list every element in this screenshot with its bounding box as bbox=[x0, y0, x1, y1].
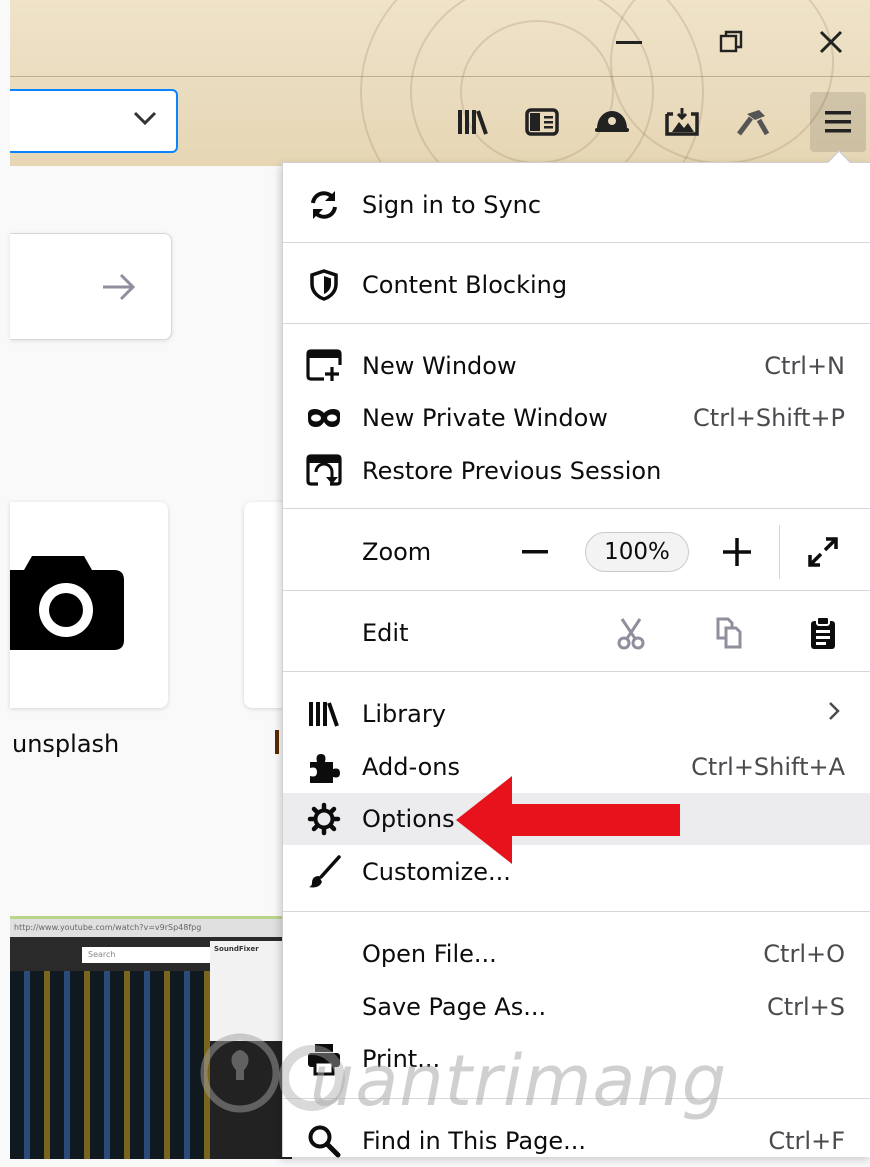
menu-pointer-inner bbox=[827, 152, 851, 164]
paintbrush-icon bbox=[305, 852, 343, 892]
menu-item-label: Find in This Page... bbox=[362, 1127, 586, 1155]
sync-icon bbox=[305, 185, 343, 225]
thumbnail-search: Search bbox=[82, 947, 218, 963]
menu-item-content-blocking[interactable]: Content Blocking bbox=[283, 259, 870, 311]
menu-item-restore-session[interactable]: Restore Previous Session bbox=[283, 445, 870, 497]
restore-button[interactable] bbox=[706, 22, 756, 62]
menu-item-shortcut: Ctrl+Shift+A bbox=[691, 753, 845, 781]
hamburger-menu-icon bbox=[825, 111, 851, 133]
new-tab-search-box[interactable] bbox=[10, 233, 172, 340]
fullscreen-icon bbox=[808, 537, 838, 567]
chevron-down-icon bbox=[133, 111, 157, 126]
library-icon bbox=[305, 694, 343, 734]
titlebar-separator bbox=[10, 76, 870, 77]
red-annotation-arrow bbox=[456, 776, 680, 864]
menu-item-label: Content Blocking bbox=[362, 271, 568, 299]
menu-item-new-window[interactable]: New Window Ctrl+N bbox=[283, 340, 870, 392]
copy-button[interactable] bbox=[707, 611, 751, 655]
menu-item-zoom: Zoom 100% bbox=[283, 525, 870, 579]
menu-item-label: Options bbox=[362, 805, 455, 833]
camera-icon bbox=[10, 556, 124, 650]
thumbnail-panel-title: SoundFixer bbox=[214, 945, 259, 953]
gear-icon bbox=[305, 799, 343, 839]
menu-item-label: New Window bbox=[362, 352, 517, 380]
scissors-icon bbox=[617, 618, 645, 650]
copy-icon bbox=[716, 617, 742, 649]
sidebar-toolbar-button[interactable] bbox=[520, 100, 564, 144]
minimize-icon bbox=[616, 41, 642, 44]
menu-separator bbox=[283, 508, 870, 509]
menu-item-new-private-window[interactable]: New Private Window Ctrl+Shift+P bbox=[283, 392, 870, 444]
close-icon bbox=[819, 30, 843, 54]
restore-icon bbox=[719, 30, 743, 53]
top-site-tile-unsplash[interactable] bbox=[10, 502, 168, 708]
screenshot-toolbar-button[interactable] bbox=[660, 100, 704, 144]
menu-item-open-file[interactable]: Open File... Ctrl+O bbox=[283, 928, 870, 980]
menu-item-sign-in-sync[interactable]: Sign in to Sync bbox=[283, 179, 870, 231]
arrow-right-icon[interactable] bbox=[99, 270, 139, 304]
menu-item-shortcut: Ctrl+S bbox=[766, 993, 845, 1021]
minimize-button[interactable] bbox=[604, 22, 654, 62]
menu-item-label: Zoom bbox=[362, 538, 432, 566]
thumbnail-url: http://www.youtube.com/watch?v=v9rSp48fp… bbox=[10, 919, 292, 937]
chevron-right-icon bbox=[827, 700, 841, 728]
private-mask-icon bbox=[305, 398, 343, 438]
zoom-in-button[interactable] bbox=[715, 530, 759, 574]
menu-item-shortcut: Ctrl+N bbox=[764, 352, 845, 380]
hamburger-menu-button[interactable] bbox=[810, 92, 866, 152]
new-window-icon bbox=[305, 346, 343, 386]
menu-item-label: New Private Window bbox=[362, 404, 608, 432]
minus-icon bbox=[522, 550, 548, 554]
zoom-separator bbox=[779, 525, 780, 579]
search-icon bbox=[305, 1121, 343, 1161]
screenshot-icon bbox=[665, 108, 699, 136]
menu-separator bbox=[283, 323, 870, 324]
extension-toolbar-button[interactable] bbox=[590, 100, 634, 144]
menu-separator bbox=[283, 590, 870, 591]
zoom-out-button[interactable] bbox=[515, 532, 555, 572]
menu-separator bbox=[283, 671, 870, 672]
zoom-reset-button[interactable]: 100% bbox=[585, 532, 689, 572]
menu-item-find[interactable]: Find in This Page... Ctrl+F bbox=[283, 1115, 870, 1167]
menu-item-shortcut: Ctrl+Shift+P bbox=[693, 404, 845, 432]
extension-icon bbox=[595, 111, 629, 132]
library-icon bbox=[458, 110, 488, 135]
menu-item-label: Save Page As... bbox=[362, 993, 547, 1021]
menu-item-library[interactable]: Library bbox=[283, 688, 870, 740]
thumbnail-panel: SoundFixer bbox=[210, 941, 292, 1041]
thumbnail-game-image bbox=[10, 971, 210, 1159]
paste-button[interactable] bbox=[801, 611, 845, 655]
menu-item-label: Restore Previous Session bbox=[362, 457, 662, 485]
menu-item-shortcut: Ctrl+O bbox=[763, 940, 845, 968]
close-window-button[interactable] bbox=[806, 22, 856, 62]
menu-separator bbox=[283, 242, 870, 243]
tool-icon bbox=[737, 110, 770, 136]
tool-toolbar-button[interactable] bbox=[730, 100, 774, 144]
sidebar-icon bbox=[525, 108, 559, 136]
clipboard-icon bbox=[811, 616, 835, 649]
cut-button[interactable] bbox=[609, 611, 653, 655]
top-site-label-fragment bbox=[275, 730, 279, 754]
top-site-label: unsplash bbox=[12, 730, 120, 758]
puzzle-icon bbox=[305, 747, 343, 787]
menu-item-label: Library bbox=[362, 700, 446, 728]
menu-item-label: Edit bbox=[362, 619, 409, 647]
menu-item-label: Open File... bbox=[362, 940, 497, 968]
fullscreen-button[interactable] bbox=[801, 530, 845, 574]
menu-item-edit: Edit bbox=[283, 607, 870, 659]
library-toolbar-button[interactable] bbox=[450, 100, 494, 144]
menu-item-label: Add-ons bbox=[362, 753, 460, 781]
shield-icon bbox=[305, 265, 343, 305]
watermark-text: uantrimang bbox=[310, 1040, 728, 1122]
menu-item-save-page[interactable]: Save Page As... Ctrl+S bbox=[283, 981, 870, 1033]
url-dropdown[interactable] bbox=[10, 89, 178, 153]
plus-icon bbox=[723, 538, 751, 566]
highlight-thumbnail[interactable]: http://www.youtube.com/watch?v=v9rSp48fp… bbox=[10, 916, 292, 1159]
app-menu-panel: Sign in to Sync Content Blocking New Win… bbox=[282, 162, 870, 1158]
restore-session-icon bbox=[305, 451, 343, 491]
menu-item-shortcut: Ctrl+F bbox=[768, 1127, 845, 1155]
menu-item-label: Sign in to Sync bbox=[362, 191, 542, 219]
menu-separator bbox=[283, 911, 870, 912]
